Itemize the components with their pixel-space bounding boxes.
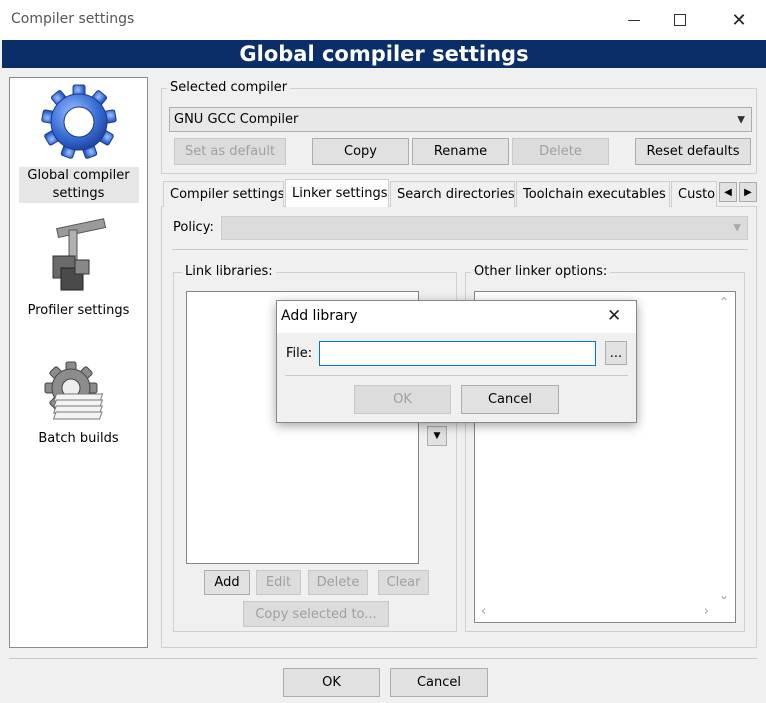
chevron-down-icon: ▼ — [733, 222, 741, 234]
category-list[interactable]: Global compiler settings Profiler settin… — [9, 77, 148, 648]
ok-button[interactable]: OK — [283, 668, 380, 697]
divider — [172, 249, 748, 250]
footer-divider — [9, 658, 757, 659]
batch-gear-icon — [44, 361, 103, 420]
other-linker-options-label: Other linker options: — [471, 264, 611, 279]
scroll-right-icon[interactable]: › — [704, 604, 709, 619]
dialog-title-bar: Add library ✕ — [277, 301, 636, 333]
compiler-select-value: GNU GCC Compiler — [174, 112, 299, 127]
link-libraries-label: Link libraries: — [182, 264, 276, 279]
dialog-title: Add library — [281, 308, 358, 324]
delete-compiler-button[interactable]: Delete — [512, 138, 609, 165]
file-label: File: — [286, 346, 313, 361]
dialog-close-icon[interactable]: ✕ — [607, 306, 621, 326]
gear-icon — [40, 84, 117, 159]
scroll-down-icon[interactable]: ⌄ — [719, 588, 729, 602]
title-bar: Compiler settings ✕ — [0, 0, 766, 40]
tab-search-directories[interactable]: Search directories — [390, 181, 515, 207]
minimize-icon — [628, 19, 640, 21]
category-item-batch-builds[interactable]: Batch builds — [10, 360, 147, 448]
rename-compiler-button[interactable]: Rename — [412, 138, 509, 165]
arrow-left-icon: ◀ — [724, 186, 732, 198]
copy-selected-to-button[interactable]: Copy selected to... — [243, 601, 389, 627]
delete-library-button[interactable]: Delete — [308, 570, 368, 595]
category-label: Global compiler settings — [18, 167, 139, 203]
caliper-icon — [52, 218, 106, 291]
scroll-left-icon[interactable]: ‹ — [481, 604, 486, 619]
tab-toolchain-executables[interactable]: Toolchain executables — [516, 181, 670, 207]
arrow-down-icon: ▼ — [433, 431, 441, 441]
policy-label: Policy: — [173, 220, 214, 235]
reset-defaults-button[interactable]: Reset defaults — [635, 138, 751, 165]
maximize-button[interactable] — [657, 0, 703, 40]
category-label: Batch builds — [38, 431, 119, 446]
close-icon: ✕ — [731, 9, 747, 31]
clear-libraries-button[interactable]: Clear — [378, 570, 429, 595]
tab-compiler-settings[interactable]: Compiler settings — [163, 181, 284, 207]
policy-select[interactable]: ▼ — [221, 216, 748, 240]
arrow-right-icon: ▶ — [744, 186, 752, 198]
browse-button[interactable]: ... — [605, 341, 627, 365]
move-down-button[interactable]: ▼ — [427, 426, 447, 446]
add-library-dialog: Add library ✕ File: ... OK Cancel — [276, 300, 637, 423]
window-title: Compiler settings — [11, 11, 135, 27]
dialog-cancel-button[interactable]: Cancel — [461, 385, 559, 414]
tab-custom[interactable]: Custom — [671, 181, 717, 207]
category-item-profiler[interactable]: Profiler settings — [10, 216, 147, 320]
set-as-default-button[interactable]: Set as default — [174, 138, 286, 165]
selected-compiler-label: Selected compiler — [167, 80, 291, 95]
dialog-divider — [285, 375, 628, 376]
compiler-select[interactable]: GNU GCC Compiler ▼ — [169, 107, 752, 132]
tab-scroll-left-button[interactable]: ◀ — [719, 182, 737, 202]
close-window-button[interactable]: ✕ — [716, 0, 762, 40]
category-item-global-compiler[interactable]: Global compiler settings — [10, 82, 147, 203]
cancel-button[interactable]: Cancel — [390, 668, 488, 697]
page-title: Global compiler settings — [2, 40, 766, 68]
add-library-button[interactable]: Add — [204, 570, 250, 595]
copy-compiler-button[interactable]: Copy — [312, 138, 409, 165]
chevron-down-icon: ▼ — [737, 114, 745, 125]
file-input[interactable] — [319, 341, 596, 366]
tab-scroll-right-button[interactable]: ▶ — [739, 182, 757, 202]
scroll-up-icon[interactable]: ⌃ — [719, 295, 729, 309]
tab-linker-settings[interactable]: Linker settings — [285, 179, 389, 207]
edit-library-button[interactable]: Edit — [256, 570, 301, 595]
maximize-icon — [674, 14, 686, 26]
dialog-ok-button[interactable]: OK — [354, 385, 451, 414]
category-label: Profiler settings — [27, 303, 130, 318]
minimize-button[interactable] — [611, 0, 657, 40]
